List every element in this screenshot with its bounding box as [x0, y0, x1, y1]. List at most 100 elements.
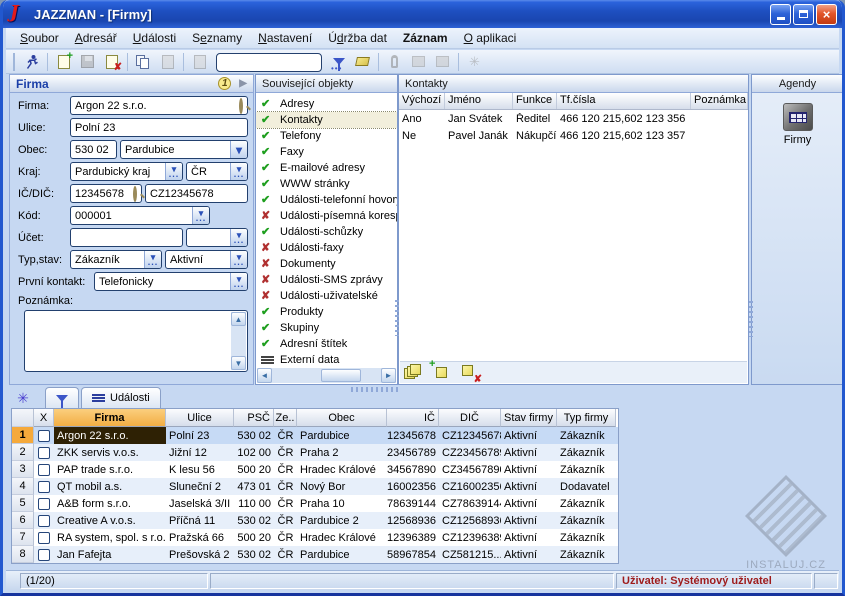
table-row[interactable]: 6Creative A v.o.s.Příčná 11530 02ČRPardu… — [12, 512, 618, 529]
objekt-item[interactable]: ✔Události-schůzky — [256, 224, 397, 240]
objekt-item[interactable]: ✔Telefony — [256, 128, 397, 144]
chevron-down-icon[interactable]: ▾... — [230, 229, 247, 246]
table-row[interactable]: 7RA system, spol. s r.o.Pražská 66500 20… — [12, 529, 618, 546]
menu-o-aplikaci[interactable]: O aplikaci — [456, 29, 525, 47]
row-checkbox[interactable] — [38, 549, 50, 561]
scrollbar-thumb[interactable] — [321, 369, 361, 382]
kontakty-col-header[interactable]: Funkce — [513, 93, 557, 109]
kontakty-col-header[interactable]: Jméno — [445, 93, 513, 109]
minimize-button[interactable] — [770, 4, 791, 25]
resize-grip[interactable] — [814, 573, 838, 589]
kontakty-col-header[interactable]: Tf.čísla — [557, 93, 691, 109]
prvni-kontakt-combo[interactable]: Telefonicky ▾... — [94, 272, 248, 291]
special-button[interactable]: ✳ — [11, 388, 35, 408]
scroll-up-icon[interactable]: ▲ — [231, 312, 246, 326]
export-button[interactable] — [188, 52, 211, 72]
grid-col-header[interactable]: X — [34, 409, 54, 427]
grid-col-header[interactable]: Typ firmy — [557, 409, 616, 427]
objekt-item[interactable]: ✘Události-SMS zprávy — [256, 272, 397, 288]
row-checkbox[interactable] — [38, 481, 50, 493]
scroll-right-icon[interactable]: ► — [381, 368, 396, 383]
ucet-combo[interactable]: ▾... — [186, 228, 248, 247]
menu-nastaven-[interactable]: Nastavení — [250, 29, 320, 47]
objekt-item[interactable]: ✘Události-faxy — [256, 240, 397, 256]
contacts-list-button[interactable] — [404, 364, 424, 381]
agenda-item-firmy[interactable]: Firmy — [752, 103, 843, 146]
copy-record-button[interactable] — [132, 52, 155, 72]
chevron-down-icon[interactable]: ▾... — [230, 163, 247, 180]
objekt-item[interactable]: ✔Faxy — [256, 144, 397, 160]
tool-button-2[interactable] — [431, 52, 454, 72]
delete-contact-button[interactable]: ✘ — [460, 364, 480, 381]
row-number[interactable]: 2 — [12, 444, 34, 461]
info-icon[interactable]: 1 — [218, 77, 231, 90]
row-number[interactable]: 4 — [12, 478, 34, 495]
ic-field[interactable]: 12345678 — [70, 184, 142, 203]
expand-arrow-icon[interactable]: ▶ — [239, 78, 247, 89]
dic-field[interactable]: CZ12345678 — [145, 184, 248, 203]
zeme-combo[interactable]: ČR ▾... — [186, 162, 248, 181]
table-row[interactable]: 3PAP trade s.r.o.K lesu 56500 20ČRHradec… — [12, 461, 618, 478]
save-button[interactable] — [76, 52, 99, 72]
duplicate-button[interactable] — [156, 52, 179, 72]
objekt-item[interactable]: ✘Události-uživatelské — [256, 288, 397, 304]
chevron-down-icon[interactable]: ▾... — [144, 251, 161, 268]
grid-col-header[interactable]: DIČ — [439, 409, 501, 427]
row-number[interactable]: 3 — [12, 461, 34, 478]
row-number[interactable]: 5 — [12, 495, 34, 512]
row-checkbox[interactable] — [38, 447, 50, 459]
ucet-field[interactable] — [70, 228, 183, 247]
chevron-down-icon[interactable]: ▾... — [192, 207, 209, 224]
stav-combo[interactable]: Aktivní ▾... — [165, 250, 248, 269]
menu--dr-ba-dat[interactable]: Údržba dat — [320, 29, 395, 47]
table-row[interactable]: 4QT mobil a.s.Sluneční 2473 01ČRNový Bor… — [12, 478, 618, 495]
kontakt-row[interactable]: NePavel JanákNákupčí466 120 215,602 123 … — [399, 127, 748, 144]
objekt-item[interactable]: ✔Adresní štítek — [256, 336, 397, 352]
objekt-item[interactable]: ✔Produkty — [256, 304, 397, 320]
menu-adres-[interactable]: Adresář — [67, 29, 125, 47]
filter-button[interactable]: ••• — [327, 52, 350, 72]
chevron-down-icon[interactable]: ▾... — [230, 251, 247, 268]
tab-udalosti[interactable]: Události — [81, 387, 161, 408]
psc-field[interactable]: 530 02 — [70, 140, 117, 159]
menu-z-znam[interactable]: Záznam — [395, 29, 456, 47]
row-checkbox[interactable] — [38, 464, 50, 476]
attachment-button[interactable] — [383, 52, 406, 72]
grid-col-header[interactable]: PSČ — [234, 409, 274, 427]
objekt-item[interactable]: ✔E-mailové adresy — [256, 160, 397, 176]
grid-col-header[interactable]: IČ — [387, 409, 439, 427]
typ-combo[interactable]: Zákazník ▾... — [70, 250, 162, 269]
row-number[interactable]: 8 — [12, 546, 34, 563]
row-number[interactable]: 1 — [12, 427, 34, 444]
objekty-scrollbar[interactable]: ◄ ► — [257, 368, 396, 383]
grid-col-header[interactable]: Ze.. — [274, 409, 297, 427]
row-checkbox[interactable] — [38, 532, 50, 544]
menu-soubor[interactable]: Soubor — [12, 29, 67, 47]
objekt-item[interactable]: ✘Události-písemná koresp — [256, 208, 397, 224]
kod-combo[interactable]: 000001 ▾... — [70, 206, 210, 225]
kontakty-col-header[interactable]: Poznámka — [691, 93, 748, 109]
grid-col-header[interactable] — [12, 409, 34, 427]
kraj-combo[interactable]: Pardubický kraj ▾... — [70, 162, 183, 181]
run-icon[interactable] — [20, 52, 43, 72]
chevron-down-icon[interactable]: ▾... — [230, 273, 247, 290]
table-row[interactable]: 2ZKK servis v.o.s.Jižní 12102 00ČRPraha … — [12, 444, 618, 461]
objekt-item[interactable]: Externí data — [256, 352, 397, 367]
scroll-left-icon[interactable]: ◄ — [257, 368, 272, 383]
tool-button-1[interactable] — [407, 52, 430, 72]
ulice-field[interactable]: Polní 23 — [70, 118, 248, 137]
search-icon[interactable] — [239, 98, 243, 114]
table-row[interactable]: 1Argon 22 s.r.o.Polní 23530 02ČRPardubic… — [12, 427, 618, 444]
objekt-item[interactable]: ✔Události-telefonní hovory — [256, 192, 397, 208]
close-button[interactable]: × — [816, 4, 837, 25]
poznamka-field[interactable]: ▲ ▼ — [24, 310, 248, 372]
kontakty-col-header[interactable]: Výchozí — [399, 93, 445, 109]
splitter-grip[interactable] — [749, 301, 753, 337]
quick-search-input[interactable] — [216, 53, 322, 72]
scroll-down-icon[interactable]: ▼ — [231, 356, 246, 370]
menu-seznamy[interactable]: Seznamy — [184, 29, 250, 47]
firma-field[interactable]: Argon 22 s.r.o. — [70, 96, 248, 115]
horizontal-splitter-grip[interactable] — [351, 387, 399, 392]
chevron-down-icon[interactable]: ▾ — [230, 141, 247, 158]
grid-col-header[interactable]: Ulice — [166, 409, 234, 427]
